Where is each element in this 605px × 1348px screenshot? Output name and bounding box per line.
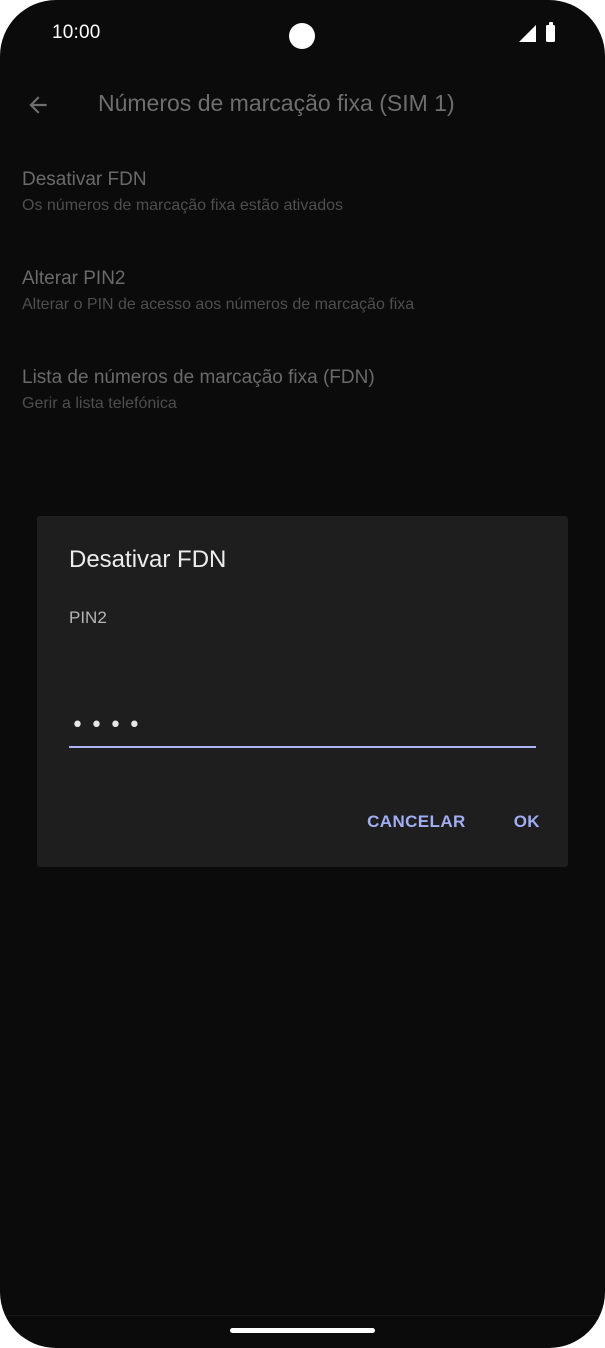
pref-title: Alterar PIN2 (22, 268, 126, 289)
page-title: Números de marcação fixa (SIM 1) (98, 90, 455, 116)
pref-summary: Gerir a lista telefónica (22, 395, 177, 412)
signal-icon (519, 25, 536, 42)
cancel-button[interactable]: CANCELAR (367, 812, 466, 832)
status-icons (519, 22, 555, 42)
pref-title: Lista de números de marcação fixa (FDN) (22, 367, 375, 388)
pin2-dialog: Desativar FDN PIN2 CANCELAR OK (37, 516, 568, 867)
dialog-message: PIN2 (69, 608, 107, 627)
pin2-field (69, 706, 536, 748)
pref-title: Desativar FDN (22, 169, 147, 190)
back-button[interactable] (20, 87, 56, 123)
dialog-title: Desativar FDN (69, 546, 227, 573)
phone-screen: 10:00 Números de marcação fixa (SIM 1) D… (0, 0, 605, 1348)
pref-item-fdn-list[interactable]: Lista de números de marcação fixa (FDN) … (22, 366, 582, 415)
pref-item-disable-fdn[interactable]: Desativar FDN Os números de marcação fix… (22, 168, 582, 217)
pref-item-change-pin2[interactable]: Alterar PIN2 Alterar o PIN de acesso aos… (22, 267, 582, 316)
status-time: 10:00 (52, 22, 101, 43)
dialog-actions: CANCELAR OK (367, 812, 540, 832)
pref-summary: Os números de marcação fixa estão ativad… (22, 197, 344, 214)
battery-icon (546, 22, 555, 42)
pref-summary: Alterar o PIN de acesso aos números de m… (22, 296, 415, 313)
pin2-input[interactable] (69, 706, 536, 744)
nav-divider (0, 1315, 605, 1316)
arrow-left-icon (29, 96, 47, 114)
ok-button[interactable]: OK (514, 812, 540, 832)
camera-cutout (289, 23, 315, 49)
home-handle[interactable] (230, 1328, 375, 1333)
